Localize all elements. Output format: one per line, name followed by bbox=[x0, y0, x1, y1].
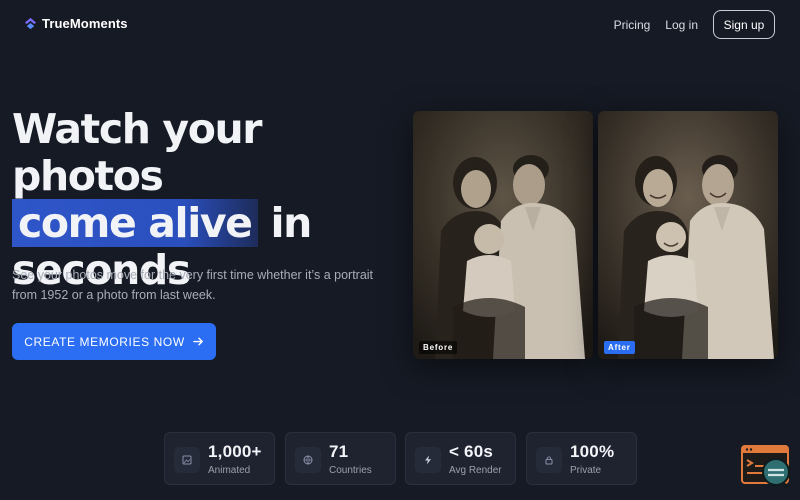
lightning-icon bbox=[425, 455, 431, 465]
nav-pricing-link[interactable]: Pricing bbox=[614, 18, 651, 32]
globe-icon bbox=[303, 455, 313, 465]
image-icon bbox=[182, 455, 192, 465]
stat-icon-wrap bbox=[415, 447, 441, 473]
lock-icon bbox=[545, 456, 553, 465]
nav-login-link[interactable]: Log in bbox=[665, 18, 698, 32]
stat-icon-wrap bbox=[536, 447, 562, 473]
create-memories-button[interactable]: CREATE MEMORIES NOW bbox=[12, 323, 216, 360]
stat-value: 1,000+ bbox=[208, 442, 262, 461]
stat-value: 100% bbox=[570, 442, 615, 461]
before-label: Before bbox=[419, 341, 458, 354]
stat-card-animated: 1,000+ Animated bbox=[164, 432, 275, 485]
signup-button[interactable]: Sign up bbox=[713, 10, 775, 39]
vintage-family-photo-before bbox=[413, 111, 593, 359]
stat-icon-wrap bbox=[295, 447, 321, 473]
chat-support-icon[interactable] bbox=[741, 443, 791, 489]
after-label: After bbox=[604, 341, 635, 354]
hero-title-highlight: come alive bbox=[12, 199, 258, 247]
top-nav: TrueMoments Pricing Log in Sign up bbox=[0, 0, 800, 48]
before-photo: Before bbox=[413, 111, 593, 359]
after-photo: After bbox=[598, 111, 778, 359]
stat-label: Countries bbox=[329, 465, 372, 476]
stat-label: Avg Render bbox=[449, 465, 502, 476]
arrow-right-icon bbox=[192, 337, 203, 346]
stat-value: 71 bbox=[329, 442, 349, 461]
stat-card-private: 100% Private bbox=[526, 432, 637, 485]
stat-value: < 60s bbox=[449, 442, 494, 461]
create-memories-label: CREATE MEMORIES NOW bbox=[24, 334, 185, 349]
nav-links: Pricing Log in Sign up bbox=[614, 10, 775, 39]
hero-title-line2: in bbox=[257, 199, 312, 247]
vintage-family-photo-after bbox=[598, 111, 778, 359]
brand-logo[interactable]: TrueMoments bbox=[24, 16, 128, 31]
brand-name: TrueMoments bbox=[42, 16, 128, 31]
stat-label: Private bbox=[570, 465, 602, 476]
stat-label: Animated bbox=[208, 465, 251, 476]
chevron-up-layers-icon bbox=[24, 17, 37, 30]
stat-card-render: < 60s Avg Render bbox=[405, 432, 516, 485]
stat-card-countries: 71 Countries bbox=[285, 432, 396, 485]
hero-subtitle: See your photos move for the very first … bbox=[12, 268, 374, 302]
hero-title-line1: Watch your photos bbox=[12, 105, 263, 200]
stat-icon-wrap bbox=[174, 447, 200, 473]
